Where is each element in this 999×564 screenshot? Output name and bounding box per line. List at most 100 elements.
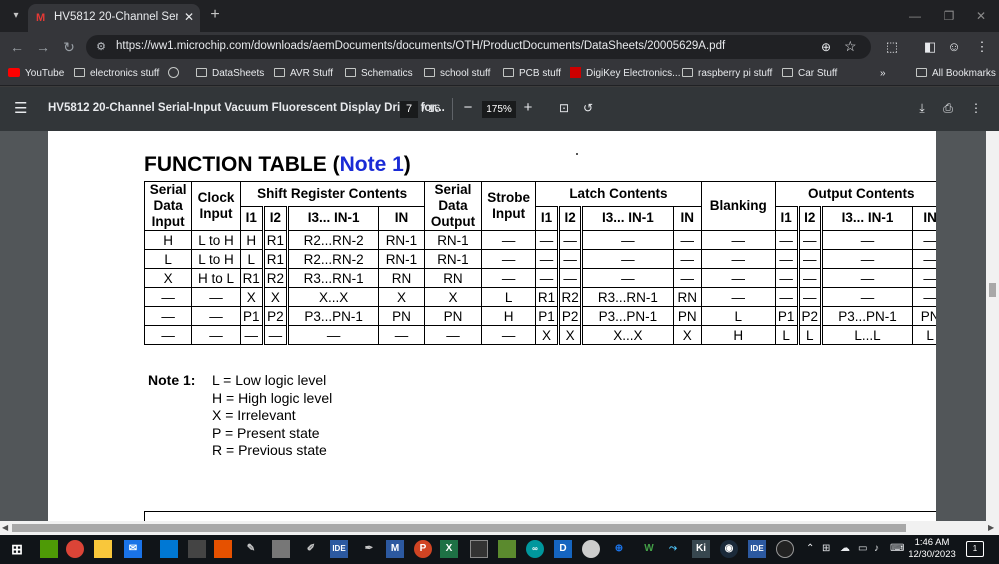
taskbar-clock[interactable]: 1:46 AM 12/30/2023	[908, 537, 956, 561]
pdf-more-icon[interactable]: ⋮	[968, 100, 984, 116]
bookmark-electronics-stuff[interactable]: electronics stuff	[74, 66, 159, 82]
bookmark-digikey[interactable]: DigiKey Electronics...	[570, 66, 680, 82]
table-cell: —	[557, 268, 583, 288]
bookmark-youtube[interactable]: YouTube	[8, 66, 64, 82]
table-cell: X	[672, 325, 702, 345]
ki-icon[interactable]: Ki	[692, 540, 710, 558]
chrome-menu-icon[interactable]: ⋮	[974, 39, 990, 55]
calc-2-icon[interactable]	[272, 540, 290, 558]
profile-avatar-icon[interactable]: ☺	[946, 39, 962, 55]
forward-icon[interactable]: →	[34, 38, 52, 56]
tray-app-icon[interactable]: ⊞	[822, 543, 830, 554]
download-icon[interactable]: ⤓	[914, 100, 930, 116]
table-cell: R2...RN-2	[285, 249, 380, 269]
bookmark-schematics[interactable]: Schematics	[345, 66, 413, 82]
cloud-icon[interactable]: ☁	[840, 543, 850, 554]
scroll-left-arrow-icon[interactable]: ◀	[2, 523, 8, 532]
paint-icon[interactable]	[40, 540, 58, 558]
bookmark-star-icon[interactable]: ☆	[844, 38, 860, 54]
scroll-right-arrow-icon[interactable]: ▶	[988, 523, 994, 532]
address-bar[interactable]: ⚙ https://ww1.microchip.com/downloads/ae…	[86, 35, 871, 59]
obs-icon[interactable]	[776, 540, 794, 558]
hamburger-menu-icon[interactable]: ☰	[14, 101, 30, 117]
reload-icon[interactable]: ↻	[60, 38, 78, 56]
tray-chevron-icon[interactable]: ⌃	[806, 543, 814, 554]
start-icon[interactable]: ⊞	[8, 540, 26, 558]
bookmark-car-stuff[interactable]: Car Stuff	[782, 66, 837, 82]
tab-active[interactable]: M HV5812 20-Channel Serial-Inpu ✕	[28, 4, 200, 32]
network-tray-icon[interactable]: ▭	[858, 543, 867, 554]
bookmark-all-bookmarks[interactable]: All Bookmarks	[916, 66, 996, 82]
store-icon[interactable]	[160, 540, 178, 558]
powerpoint-icon[interactable]: P	[414, 540, 432, 558]
calculator-icon[interactable]	[188, 540, 206, 558]
side-panel-icon[interactable]: ◧	[922, 39, 938, 55]
bookmark-school-stuff[interactable]: school stuff	[424, 66, 490, 82]
table-cell: RN-1	[423, 230, 483, 250]
photos-icon[interactable]	[214, 540, 232, 558]
bookmark-avr-stuff[interactable]: AVR Stuff	[274, 66, 333, 82]
table-cell: —	[261, 325, 288, 345]
ide-2-icon[interactable]: IDE	[748, 540, 766, 558]
site-info-icon[interactable]: ⚙	[94, 40, 108, 54]
vertical-scroll-thumb[interactable]	[989, 283, 996, 297]
bookmark-globe[interactable]	[168, 66, 179, 82]
rotate-icon[interactable]: ↺	[580, 100, 596, 116]
kicad-icon[interactable]: ◉	[720, 540, 738, 558]
table-cell: R3...RN-1	[580, 287, 674, 307]
extensions-icon[interactable]: ⬚	[884, 39, 900, 55]
page-total: / 16	[422, 103, 441, 115]
bookmark-datasheets[interactable]: DataSheets	[196, 66, 264, 82]
bird-icon[interactable]: ⤳	[664, 540, 682, 558]
arduino-ide-icon[interactable]: D	[554, 540, 572, 558]
tab-close-icon[interactable]: ✕	[182, 10, 196, 24]
keyboard-icon[interactable]: ⌨	[890, 543, 904, 554]
zoom-icon[interactable]: ⊕	[821, 39, 837, 55]
folder-icon	[74, 68, 85, 77]
table-cell: L	[912, 325, 936, 345]
more-bookmarks-chevron[interactable]: »	[880, 66, 886, 82]
new-tab-icon[interactable]: +	[206, 6, 224, 24]
back-icon[interactable]: ←	[8, 38, 26, 56]
note-1-link[interactable]: Note 1	[340, 153, 404, 176]
table-cell: —	[481, 325, 536, 345]
vertical-scrollbar[interactable]	[986, 131, 999, 521]
ide-m-icon[interactable]: M	[386, 540, 404, 558]
chrome-icon[interactable]	[66, 540, 84, 558]
bookmark-pcb-stuff[interactable]: PCB stuff	[503, 66, 561, 82]
zoom-out-button[interactable]: −	[460, 99, 476, 117]
file-explorer-icon[interactable]	[94, 540, 112, 558]
mail-icon[interactable]: ✉	[124, 540, 142, 558]
excel-icon[interactable]: X	[440, 540, 458, 558]
notification-center-icon[interactable]: 1	[966, 541, 984, 557]
minimize-icon[interactable]: —	[900, 7, 930, 25]
print-icon[interactable]: ⎙	[940, 100, 956, 116]
page-number-input[interactable]: 7	[400, 101, 418, 118]
volume-icon[interactable]: ♪	[874, 543, 879, 554]
pen-icon[interactable]: ✎	[242, 540, 260, 558]
zoom-in-button[interactable]: +	[520, 99, 536, 117]
bookmark-raspberry-pi-stuff[interactable]: raspberry pi stuff	[682, 66, 772, 82]
arduino-icon[interactable]: ∞	[526, 540, 544, 558]
zoom-level-input[interactable]: 175%	[482, 101, 516, 118]
youtube-icon	[8, 68, 20, 77]
dev-icon[interactable]	[498, 540, 516, 558]
url-text[interactable]: https://ww1.microchip.com/downloads/aemD…	[116, 40, 725, 52]
w-icon[interactable]: W	[640, 540, 658, 558]
fit-page-icon[interactable]: ⊡	[556, 100, 572, 116]
network-icon[interactable]: ⊕	[610, 540, 628, 558]
restore-icon[interactable]: ❐	[934, 7, 964, 25]
window-close-icon[interactable]: ✕	[966, 7, 996, 25]
tab-search-icon[interactable]: ▾	[8, 8, 24, 24]
table-cell: R1	[534, 287, 560, 307]
terminal-icon[interactable]	[470, 540, 488, 558]
pen-3-icon[interactable]: ✒	[360, 540, 378, 558]
photo-icon[interactable]	[582, 540, 600, 558]
function-table-title: FUNCTION TABLE (Note 1)	[144, 153, 411, 176]
horizontal-scrollbar[interactable]: ◀ ▶	[0, 521, 999, 535]
horizontal-scroll-thumb[interactable]	[12, 524, 906, 532]
pen-2-icon[interactable]: ✐	[302, 540, 320, 558]
pdf-viewer[interactable]: FUNCTION TABLE (Note 1) Serial Data Input …	[0, 131, 986, 521]
table-cell: —	[580, 230, 674, 250]
ide-icon[interactable]: IDE	[330, 540, 348, 558]
